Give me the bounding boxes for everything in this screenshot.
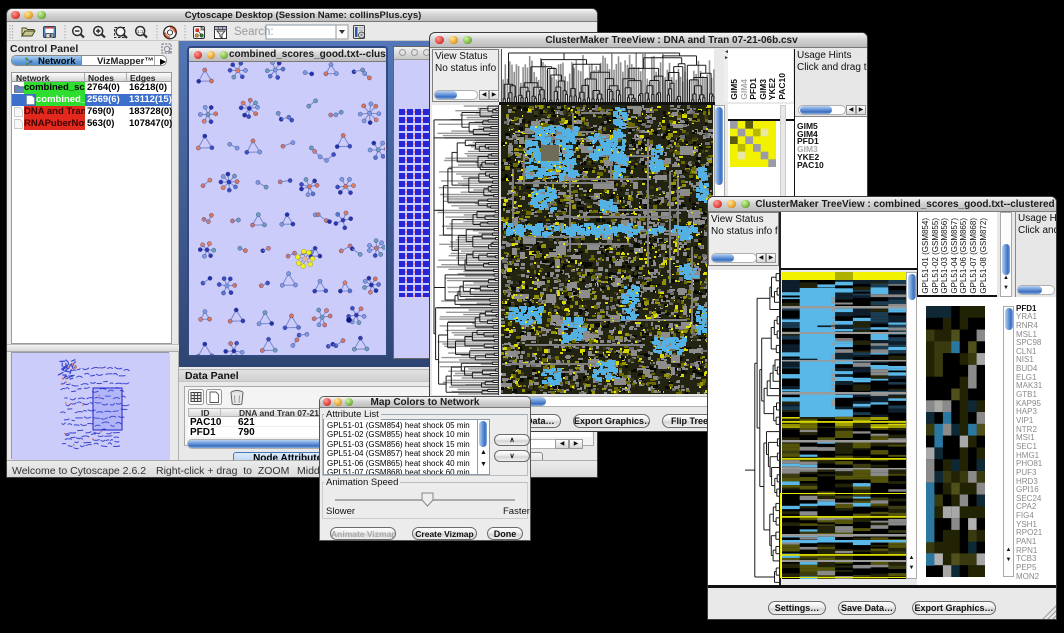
svg-text:1:1: 1:1 xyxy=(137,29,144,34)
